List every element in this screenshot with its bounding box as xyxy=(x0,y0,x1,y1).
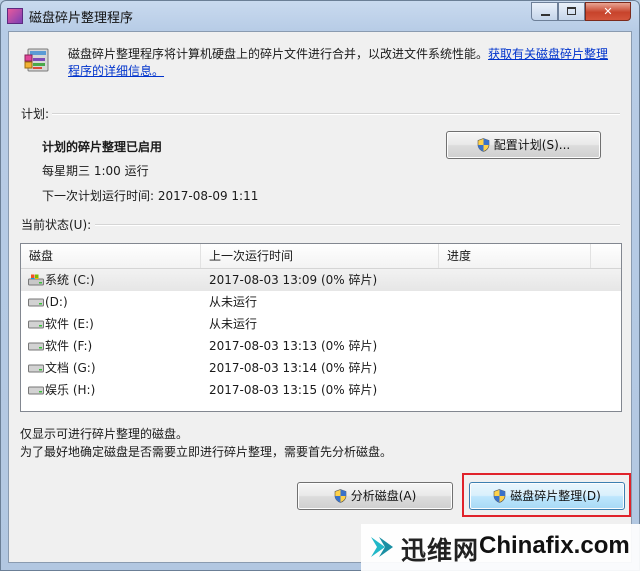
schedule-divider xyxy=(52,113,620,115)
disk-row-g[interactable]: 文档 (G:) 2017-08-03 13:14 (0% 碎片) xyxy=(21,357,621,379)
watermark-chinese: 迅维网 xyxy=(401,536,480,565)
disk-name: 文档 (G:) xyxy=(45,361,96,375)
disk-last-run: 2017-08-03 13:15 (0% 碎片) xyxy=(209,383,378,397)
title-bar[interactable]: 磁盘碎片整理程序 ✕ xyxy=(1,1,639,31)
disk-name: 软件 (F:) xyxy=(45,339,93,353)
disk-name: 娱乐 (H:) xyxy=(45,383,96,397)
status-section-label: 当前状态(U): xyxy=(21,218,92,232)
watermark-english: Chinafix.com xyxy=(479,532,630,559)
intro-description: 磁盘碎片整理程序将计算机硬盘上的碎片文件进行合并，以改进文件系统性能。获取有关磁… xyxy=(68,46,620,80)
schedule-section-label: 计划: xyxy=(21,107,50,121)
drive-icon xyxy=(28,298,44,307)
chinafix-logo-icon xyxy=(371,537,393,557)
drive-icon xyxy=(28,342,44,351)
maximize-icon xyxy=(567,7,576,15)
status-divider xyxy=(95,224,620,226)
system-drive-icon xyxy=(28,274,44,286)
minimize-icon xyxy=(541,14,550,16)
disk-row-f[interactable]: 软件 (F:) 2017-08-03 13:13 (0% 碎片) xyxy=(21,335,621,357)
maximize-button[interactable] xyxy=(558,2,585,21)
note-analyze-first: 为了最好地确定磁盘是否需要立即进行碎片整理，需要首先分析磁盘。 xyxy=(20,445,393,459)
disk-list[interactable]: 磁盘 上一次运行时间 进度 系统 (C:) 2017-08-03 13:09 (… xyxy=(20,243,622,412)
analyze-disk-label: 分析磁盘(A) xyxy=(350,489,417,503)
schedule-next-run: 下一次计划运行时间: 2017-08-09 1:11 xyxy=(42,189,259,203)
disk-row-e[interactable]: 软件 (E:) 从未运行 xyxy=(21,313,621,335)
defrag-window: 磁盘碎片整理程序 ✕ 磁盘碎片整理程序将计算机硬盘上的碎片文件进行合并，以改进文… xyxy=(0,0,640,571)
window-title: 磁盘碎片整理程序 xyxy=(29,11,134,26)
analyze-disk-button[interactable]: 分析磁盘(A) xyxy=(297,482,453,510)
column-header-last-run[interactable]: 上一次运行时间 xyxy=(201,244,439,268)
uac-shield-icon xyxy=(334,489,347,503)
disk-list-header: 磁盘 上一次运行时间 进度 xyxy=(21,244,621,269)
intro-text: 磁盘碎片整理程序将计算机硬盘上的碎片文件进行合并，以改进文件系统性能。 xyxy=(68,47,489,61)
disk-name: 系统 (C:) xyxy=(45,273,95,287)
drive-icon xyxy=(28,320,44,329)
disk-last-run: 从未运行 xyxy=(209,295,258,309)
disk-row-d[interactable]: (D:) 从未运行 xyxy=(21,291,621,313)
schedule-frequency: 每星期三 1:00 运行 xyxy=(42,164,149,178)
close-icon: ✕ xyxy=(603,5,613,18)
drive-icon xyxy=(28,386,44,395)
column-header-disk[interactable]: 磁盘 xyxy=(21,244,201,268)
uac-shield-icon xyxy=(477,138,490,152)
app-title-icon xyxy=(7,8,23,24)
minimize-button[interactable] xyxy=(531,2,558,21)
disk-last-run: 2017-08-03 13:14 (0% 碎片) xyxy=(209,361,378,375)
dialog-body: 磁盘碎片整理程序将计算机硬盘上的碎片文件进行合并，以改进文件系统性能。获取有关磁… xyxy=(8,31,632,563)
schedule-status: 计划的碎片整理已启用 xyxy=(42,140,163,154)
close-button[interactable]: ✕ xyxy=(585,2,631,21)
disk-name: (D:) xyxy=(45,295,68,309)
defrag-app-icon xyxy=(24,48,49,72)
disk-row-c[interactable]: 系统 (C:) 2017-08-03 13:09 (0% 碎片) xyxy=(21,269,621,291)
highlight-annotation-box xyxy=(462,473,631,517)
disk-name: 软件 (E:) xyxy=(45,317,94,331)
configure-schedule-label: 配置计划(S)... xyxy=(493,138,571,152)
disk-last-run: 2017-08-03 13:09 (0% 碎片) xyxy=(209,273,378,287)
disk-last-run: 从未运行 xyxy=(209,317,258,331)
configure-schedule-button[interactable]: 配置计划(S)... xyxy=(446,131,601,159)
note-defraggable-only: 仅显示可进行碎片整理的磁盘。 xyxy=(20,427,189,441)
drive-icon xyxy=(28,364,44,373)
disk-last-run: 2017-08-03 13:13 (0% 碎片) xyxy=(209,339,378,353)
disk-row-h[interactable]: 娱乐 (H:) 2017-08-03 13:15 (0% 碎片) xyxy=(21,379,621,401)
watermark: 迅维网 Chinafix.com xyxy=(361,524,640,571)
column-header-progress[interactable]: 进度 xyxy=(439,244,591,268)
